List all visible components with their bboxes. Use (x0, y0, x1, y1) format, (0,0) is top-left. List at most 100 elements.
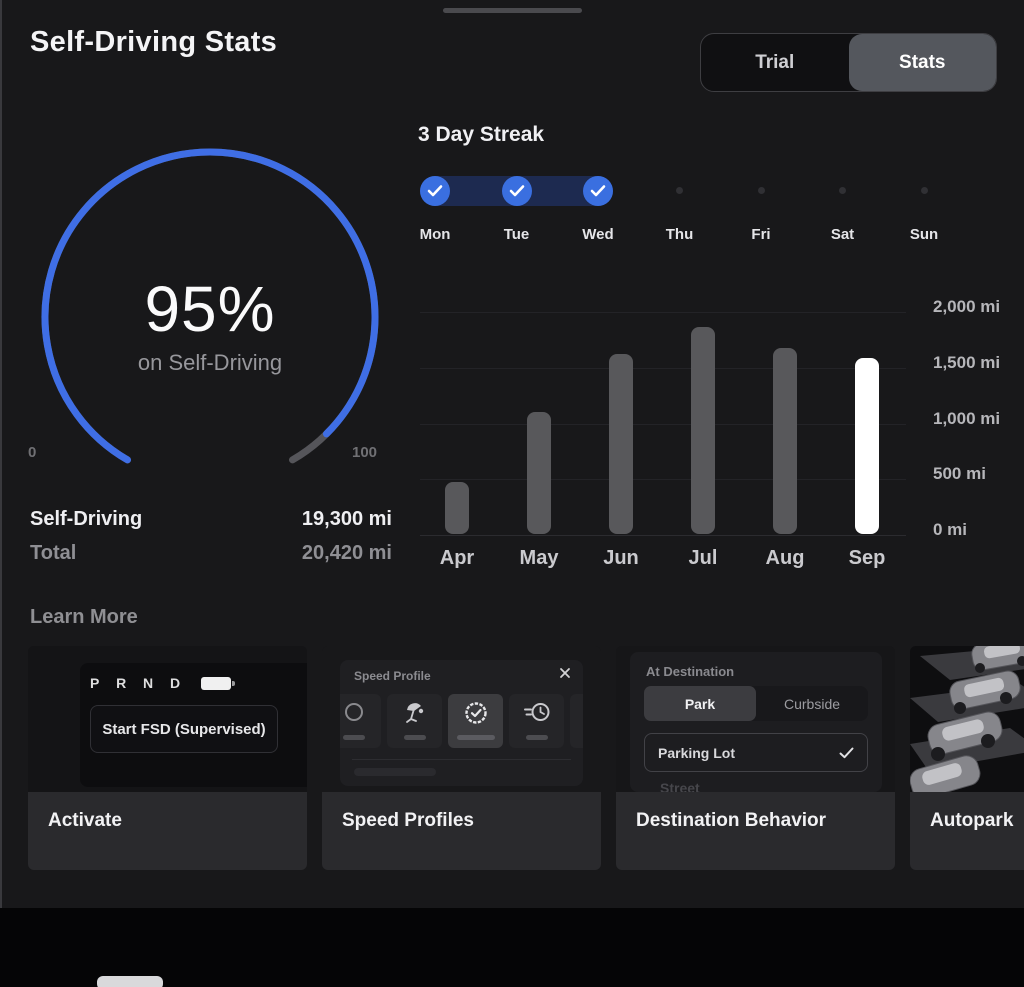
x-axis-tick-label: Aug (744, 547, 826, 570)
text-placeholder (354, 768, 436, 776)
toggle-trial[interactable]: Trial (701, 34, 849, 91)
x-axis-tick-label: Apr (416, 547, 498, 570)
card-label: Destination Behavior (616, 792, 895, 870)
speed-profile-tile (340, 694, 381, 748)
y-axis-tick-label: 1,000 mi (933, 409, 1000, 429)
gauge-min-label: 0 (28, 444, 36, 461)
x-axis-tick-label: Jul (662, 547, 744, 570)
gridline (420, 535, 906, 536)
at-destination-heading: At Destination (646, 664, 734, 679)
toggle-stats[interactable]: Stats (849, 34, 997, 91)
parked-cars-image (910, 646, 1024, 792)
card-destination-behavior[interactable]: At Destination Park Curbside Parking Lot… (616, 646, 895, 870)
day-label: Mon (405, 226, 465, 243)
x-axis-tick-label: Sep (826, 547, 908, 570)
bar-sep (855, 358, 879, 534)
speed-profile-tile (387, 694, 442, 748)
gridline (420, 368, 906, 369)
streak-title: 3 Day Streak (418, 123, 544, 147)
gear-selector-label: P R N D (90, 675, 187, 691)
card-label: Activate (28, 792, 307, 870)
usage-value: 19,300 mi (302, 508, 392, 531)
self-driving-stats-screen: Self-Driving Stats Trial Stats 3 Day Str… (0, 0, 1024, 987)
tile-label-placeholder (404, 735, 426, 740)
speed-profile-tile (448, 694, 503, 748)
check-icon (839, 747, 854, 759)
bar-jul (691, 327, 715, 534)
tile-label-placeholder (526, 735, 548, 740)
streak-days-row: Mon Tue Wed Thu Fri Sat Sun (405, 170, 975, 254)
start-fsd-button-preview: Start FSD (Supervised) (90, 705, 278, 753)
battery-icon (201, 677, 231, 690)
speed-profile-tile (509, 694, 564, 748)
speed-profile-panel-title: Speed Profile (354, 669, 431, 683)
chart-x-labels: AprMayJunJulAugSep (420, 547, 906, 571)
divider (352, 759, 571, 760)
speed-profile-preview-panel: Speed Profile (340, 660, 583, 786)
day-check-icon (502, 176, 532, 206)
gauge-center: 95% on Self-Driving (60, 276, 360, 376)
day-label: Fri (731, 226, 791, 243)
day-label: Sun (894, 226, 954, 243)
learn-more-title: Learn More (30, 606, 138, 629)
day-label: Wed (568, 226, 628, 243)
hurry-clock-icon (523, 701, 551, 728)
gauge-max-label: 100 (352, 444, 377, 461)
segment-curbside: Curbside (756, 686, 868, 721)
park-curbside-segmented: Park Curbside (644, 686, 868, 721)
standard-check-icon (464, 701, 488, 730)
speed-profile-tile (570, 694, 583, 748)
profile-partial-left (343, 701, 365, 728)
chill-umbrella-icon (403, 701, 427, 728)
y-axis-tick-label: 2,000 mi (933, 297, 1000, 317)
miles-bar-chart (420, 280, 906, 535)
fsd-preview-panel: P R N D Start FSD (Supervised) (80, 663, 307, 787)
active-app-indicator (97, 976, 163, 987)
card-activate[interactable]: P R N D Start FSD (Supervised) Activate (28, 646, 307, 870)
bar-may (527, 412, 551, 534)
day-check-icon (583, 176, 613, 206)
day-label: Sat (813, 226, 873, 243)
usage-row-total: Total 20,420 mi (30, 542, 392, 565)
card-destination-thumb: At Destination Park Curbside Parking Lot… (616, 646, 895, 792)
usage-row-self-driving: Self-Driving 19,300 mi (30, 508, 392, 531)
usage-label: Self-Driving (30, 508, 142, 531)
card-autopark-thumb (910, 646, 1024, 792)
page-title: Self-Driving Stats (30, 26, 277, 59)
window-edge (0, 0, 2, 908)
chart-y-labels: 2,000 mi 1,500 mi 1,000 mi 500 mi 0 mi (933, 280, 1023, 542)
segment-park: Park (644, 686, 756, 721)
day-check-icon (420, 176, 450, 206)
day-dot (839, 187, 846, 194)
y-axis-tick-label: 0 mi (933, 520, 967, 540)
y-axis-tick-label: 1,500 mi (933, 353, 1000, 373)
day-label: Tue (487, 226, 547, 243)
day-dot (758, 187, 765, 194)
gridline (420, 479, 906, 480)
bar-apr (445, 482, 469, 534)
gridline (420, 424, 906, 425)
tile-label-placeholder (343, 735, 365, 740)
card-label: Speed Profiles (322, 792, 601, 870)
option-label: Parking Lot (658, 745, 735, 761)
y-axis-tick-label: 500 mi (933, 464, 986, 484)
view-toggle: Trial Stats (700, 33, 997, 92)
gauge-caption: on Self-Driving (60, 350, 360, 376)
card-autopark[interactable]: Autopark (910, 646, 1024, 870)
card-speed-profiles-thumb: Speed Profile (322, 646, 601, 792)
card-label: Autopark (910, 792, 1024, 870)
card-speed-profiles[interactable]: Speed Profile Speed Profiles (322, 646, 601, 870)
x-axis-tick-label: May (498, 547, 580, 570)
tile-label-placeholder (457, 735, 495, 740)
destination-preview-panel: At Destination Park Curbside Parking Lot… (630, 652, 882, 792)
gauge-value: 95% (60, 276, 360, 342)
bar-jun (609, 354, 633, 534)
day-label: Thu (650, 226, 710, 243)
drag-handle[interactable] (443, 8, 582, 13)
usage-label: Total (30, 542, 76, 565)
bar-aug (773, 348, 797, 534)
x-axis-tick-label: Jun (580, 547, 662, 570)
street-option-partial: Street (660, 780, 700, 792)
usage-value: 20,420 mi (302, 542, 392, 565)
card-activate-thumb: P R N D Start FSD (Supervised) (28, 646, 307, 792)
